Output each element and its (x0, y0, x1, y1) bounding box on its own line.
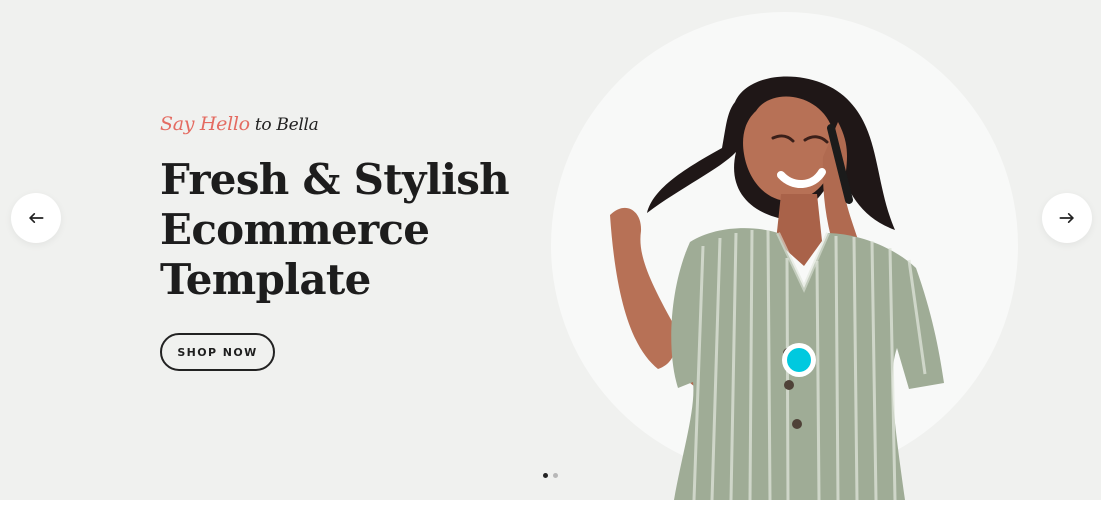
hero-model-image (590, 64, 950, 500)
headline-line-3: Template (160, 255, 371, 304)
arrow-right-icon (1059, 213, 1074, 223)
hero-bottom-edge (0, 500, 1101, 506)
next-slide-button[interactable] (1042, 193, 1092, 243)
slide-dot-1[interactable] (543, 473, 548, 478)
headline-line-1: Fresh & Stylish (160, 155, 510, 204)
hero-copy: Say Hello to Bella Fresh & Stylish Ecomm… (160, 113, 510, 371)
previous-slide-button[interactable] (11, 193, 61, 243)
hero-slider: Say Hello to Bella Fresh & Stylish Ecomm… (0, 0, 1101, 500)
headline-line-2: Ecommerce (160, 205, 430, 254)
hero-eyebrow: Say Hello to Bella (160, 113, 510, 143)
eyebrow-accent-text: Say Hello (160, 113, 250, 135)
hero-headline: Fresh & Stylish Ecommerce Template (160, 155, 510, 305)
woman-illustration (610, 76, 944, 500)
arrow-left-icon (29, 213, 44, 223)
slide-dot-2[interactable] (553, 473, 558, 478)
slider-pagination (543, 473, 558, 478)
shop-now-button[interactable]: SHOP NOW (160, 333, 275, 371)
eyebrow-dark-text: to Bella (254, 115, 319, 135)
